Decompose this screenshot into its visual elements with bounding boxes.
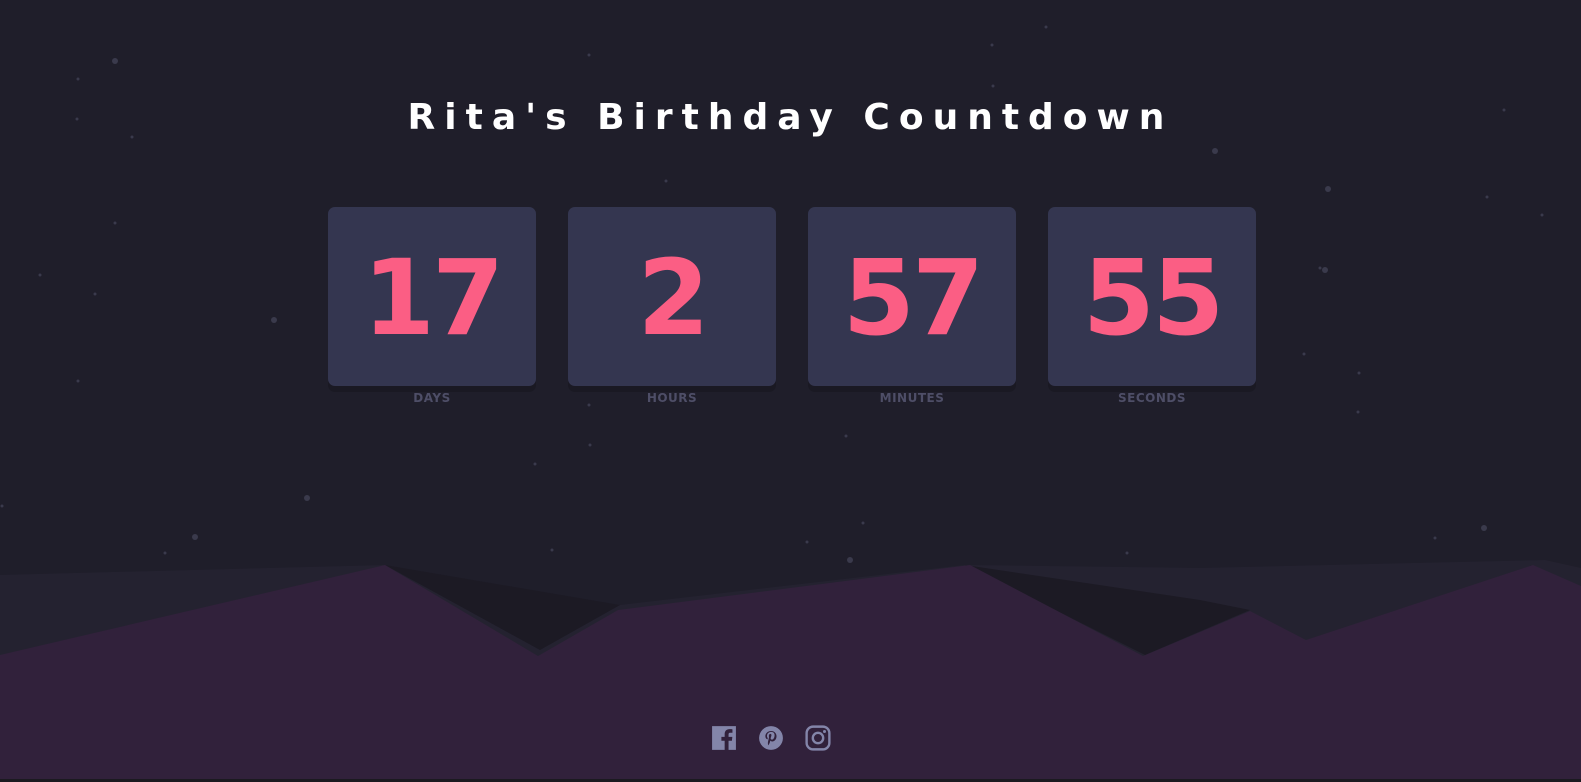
countdown-unit-days: 17 DAYS <box>328 207 536 405</box>
social-links <box>711 725 831 753</box>
hours-value: 2 <box>637 236 709 359</box>
pinterest-link[interactable] <box>758 725 784 751</box>
pinterest-icon <box>759 726 783 750</box>
days-card: 17 <box>328 207 536 386</box>
countdown-unit-seconds: 55 SECONDS <box>1048 207 1256 405</box>
seconds-card: 55 <box>1048 207 1256 386</box>
countdown-unit-hours: 2 HOURS <box>568 207 776 405</box>
facebook-link[interactable] <box>711 725 737 751</box>
hours-card: 2 <box>568 207 776 386</box>
seconds-value: 55 <box>1082 236 1225 359</box>
instagram-link[interactable] <box>805 725 831 751</box>
countdown-unit-minutes: 57 MINUTES <box>808 207 1016 405</box>
instagram-icon <box>805 725 831 751</box>
seconds-label: SECONDS <box>1118 391 1186 405</box>
facebook-icon <box>712 726 736 750</box>
days-label: DAYS <box>413 391 451 405</box>
page-title: Rita's Birthday Countdown <box>407 97 1174 138</box>
minutes-label: MINUTES <box>879 391 945 405</box>
days-value: 17 <box>362 236 505 359</box>
countdown-timer: 17 DAYS 2 HOURS 57 MINUTES 55 SECONDS <box>328 207 1256 407</box>
hours-label: HOURS <box>646 391 698 405</box>
minutes-card: 57 <box>808 207 1016 386</box>
minutes-value: 57 <box>842 236 985 359</box>
